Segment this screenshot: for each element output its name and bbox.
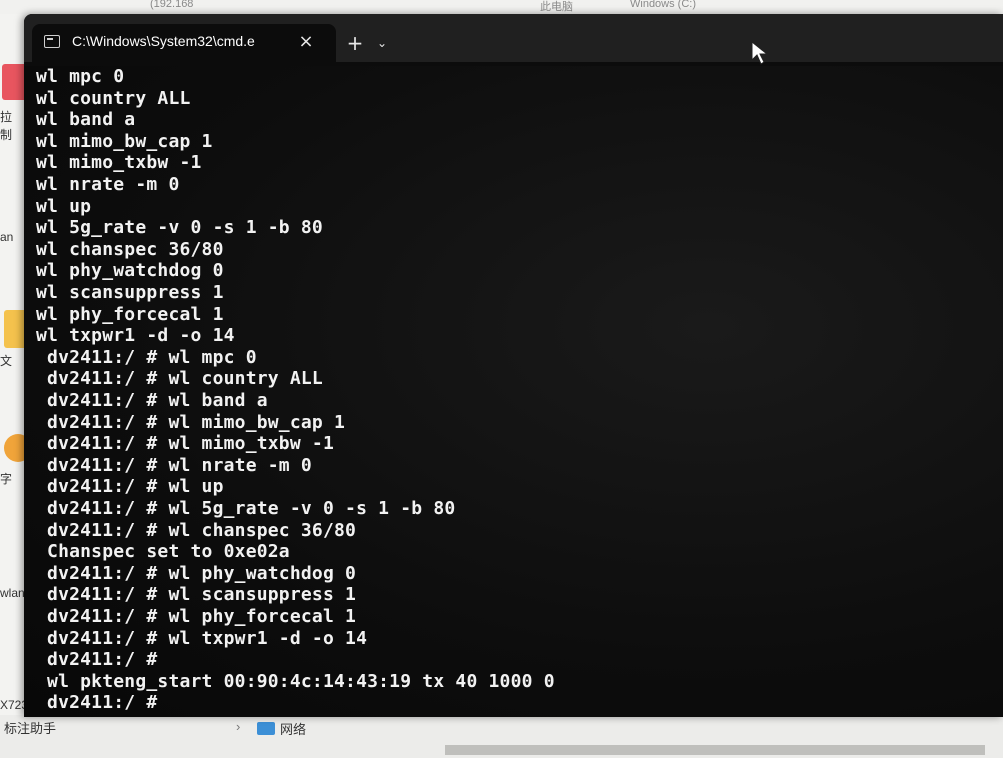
console-line: wl band a [36, 109, 136, 131]
console-line: wl up [36, 195, 92, 217]
console-line: wl chanspec 36/80 [36, 238, 224, 260]
console-line: dv2411:/ # wl nrate -m 0 [36, 454, 312, 476]
console-line: wl pkteng_start 00:90:4c:14:43:19 tx 40 … [36, 670, 555, 692]
console-line: dv2411:/ # [36, 649, 158, 671]
chevron-right-icon: › [236, 719, 241, 734]
tab-cmd[interactable]: C:\Windows\System32\cmd.e × [32, 24, 336, 62]
terminal-window: C:\Windows\System32\cmd.e × + ⌄ wl mpc 0… [24, 14, 1003, 717]
console-icon [44, 35, 60, 48]
close-icon[interactable]: × [294, 30, 318, 54]
network-icon [257, 722, 275, 735]
console-line: dv2411:/ # wl band a [36, 390, 268, 411]
mouse-cursor-icon [751, 40, 769, 65]
screen: (192.168 此电脑 Windows (C:) 拉 制 an 文 字 wla… [0, 0, 1003, 758]
background-drive-text: Windows (C:) [630, 0, 697, 10]
new-tab-button[interactable]: + [344, 32, 366, 54]
console-line: dv2411:/ # wl phy_forcecal 1 [36, 606, 357, 627]
background-window-top: (192.168 此电脑 Windows (C:) [0, 0, 1003, 14]
console-line: dv2411:/ # [36, 692, 158, 714]
console-output[interactable]: wl mpc 0 wl country ALL wl band a wl mimo_b… [24, 66, 1003, 717]
console-line: wl country ALL [36, 87, 191, 109]
console-line: wl mpc 0 [36, 66, 125, 87]
background-address-text: (192.168 [150, 0, 194, 10]
console-line: wl scansuppress 1 [36, 282, 224, 303]
console-line: dv2411:/ # wl country ALL [36, 368, 323, 390]
chevron-down-icon[interactable]: ⌄ [372, 32, 392, 54]
console-line: dv2411:/ # wl txpwr1 -d -o 14 [36, 627, 368, 649]
console-line: wl phy_watchdog 0 [36, 260, 224, 282]
console-line: dv2411:/ # wl up [36, 476, 224, 498]
console-line: dv2411:/ # wl phy_watchdog 0 [36, 562, 357, 584]
background-scrollbar [445, 745, 985, 755]
console-line: dv2411:/ # wl mimo_bw_cap 1 [36, 411, 346, 433]
console-line: wl 5g_rate -v 0 -s 1 -b 80 [36, 217, 323, 239]
console-line: dv2411:/ # wl mimo_txbw -1 [36, 433, 334, 455]
console-line: wl txpwr1 -d -o 14 [36, 325, 235, 347]
console-line: wl mimo_bw_cap 1 [36, 130, 213, 152]
console-line: dv2411:/ # wl 5g_rate -v 0 -s 1 -b 80 [36, 498, 456, 519]
tab-bar: C:\Windows\System32\cmd.e × + ⌄ [24, 14, 1003, 65]
console-line: dv2411:/ # wl mpc 0 [36, 346, 257, 368]
console-line: Chanspec set to 0xe02a [36, 541, 290, 563]
console-line: wl mimo_txbw -1 [36, 152, 202, 174]
console-line: dv2411:/ # wl chanspec 36/80 [36, 519, 357, 541]
background-bottom-label: 标注助手 [4, 721, 57, 736]
background-location-text: 此电脑 [540, 1, 573, 13]
network-label[interactable]: 网络 [280, 719, 306, 738]
tab-title: C:\Windows\System32\cmd.e [72, 33, 255, 49]
console-line: wl nrate -m 0 [36, 174, 180, 195]
console-line: wl phy_forcecal 1 [36, 303, 224, 325]
console-line: dv2411:/ # wl scansuppress 1 [36, 584, 357, 606]
